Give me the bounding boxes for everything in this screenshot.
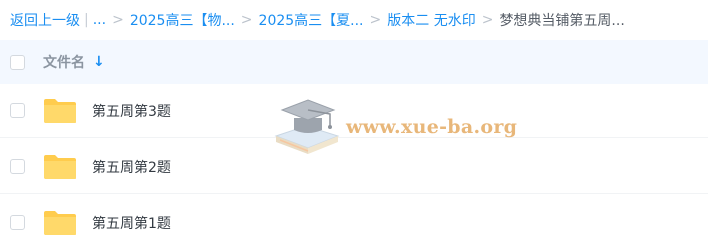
table-row[interactable]: 第五周第1题 xyxy=(0,196,708,246)
file-name[interactable]: 第五周第1题 xyxy=(92,213,171,233)
breadcrumb-current: 梦想典当铺第五周... xyxy=(499,13,625,29)
row-checkbox[interactable] xyxy=(10,103,25,118)
arrow-down-icon[interactable]: ↓ xyxy=(93,54,105,70)
chevron-right-icon: > xyxy=(240,12,253,28)
breadcrumb-item-3[interactable]: 版本二 无水印 xyxy=(387,10,475,30)
back-link[interactable]: 返回上一级 xyxy=(10,10,80,30)
breadcrumb-item-2[interactable]: 2025高三【夏... xyxy=(259,10,364,30)
chevron-right-icon: > xyxy=(112,12,124,28)
graduation-cap-icon xyxy=(274,99,340,154)
watermark-text: www.xue-ba.org xyxy=(346,116,518,138)
folder-icon xyxy=(44,211,76,235)
folder-icon xyxy=(44,99,76,123)
file-browser: 返回上一级 | ... > 2025高三【物... > 2025高三【夏... … xyxy=(0,0,708,246)
chevron-right-icon: > xyxy=(369,12,382,28)
row-checkbox[interactable] xyxy=(10,159,25,174)
select-all-checkbox[interactable] xyxy=(10,54,25,70)
row-checkbox[interactable] xyxy=(10,215,25,230)
breadcrumb: 返回上一级 | ... > 2025高三【物... > 2025高三【夏... … xyxy=(10,0,700,40)
table-header: 文件名 ↓ xyxy=(0,40,708,84)
column-header-label: 文件名 xyxy=(43,55,85,71)
chevron-right-icon: > xyxy=(481,12,494,28)
breadcrumb-ellipsis[interactable]: ... xyxy=(93,12,106,28)
column-header-filename[interactable]: 文件名 ↓ xyxy=(43,52,105,72)
folder-icon xyxy=(44,155,76,179)
file-name[interactable]: 第五周第2题 xyxy=(92,157,171,177)
breadcrumb-divider: | xyxy=(84,12,89,28)
breadcrumb-item-1[interactable]: 2025高三【物... xyxy=(130,10,235,30)
file-name[interactable]: 第五周第3题 xyxy=(92,101,171,121)
watermark: www.xue-ba.org xyxy=(272,96,517,162)
